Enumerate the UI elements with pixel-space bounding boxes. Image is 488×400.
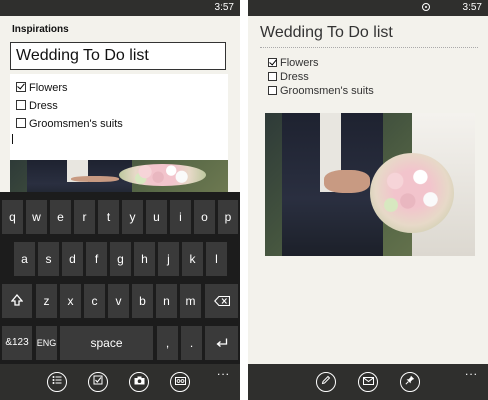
checkbox-checked-icon[interactable] bbox=[268, 58, 277, 67]
key-b[interactable]: b bbox=[132, 284, 153, 318]
note-title: Wedding To Do list bbox=[260, 24, 393, 41]
voice-note-button[interactable] bbox=[170, 372, 190, 392]
key-o[interactable]: o bbox=[194, 200, 215, 234]
edit-button[interactable] bbox=[316, 372, 336, 392]
space-key[interactable]: space bbox=[60, 326, 153, 360]
checklist-item-label: Flowers bbox=[29, 82, 68, 94]
status-time: 3:57 bbox=[214, 2, 234, 13]
on-screen-keyboard: q w e r t y u i o p a s d f g h j k l z … bbox=[0, 192, 240, 364]
key-x[interactable]: x bbox=[60, 284, 81, 318]
enter-icon bbox=[215, 338, 227, 347]
status-bar: 3:57 bbox=[248, 0, 488, 16]
key-a[interactable]: a bbox=[14, 242, 35, 276]
backspace-icon bbox=[213, 295, 230, 307]
camera-button[interactable] bbox=[129, 372, 149, 392]
key-h[interactable]: h bbox=[134, 242, 155, 276]
email-icon bbox=[362, 377, 374, 385]
edit-pencil-icon bbox=[321, 375, 331, 385]
key-f[interactable]: f bbox=[86, 242, 107, 276]
divider bbox=[240, 0, 248, 400]
key-s[interactable]: s bbox=[38, 242, 59, 276]
checkbox-unchecked-icon[interactable] bbox=[268, 86, 277, 95]
voice-note-icon bbox=[174, 377, 186, 385]
key-r[interactable]: r bbox=[74, 200, 95, 234]
key-i[interactable]: i bbox=[170, 200, 191, 234]
status-time: 3:57 bbox=[462, 2, 482, 13]
checklist-item-flowers[interactable]: Flowers bbox=[268, 57, 319, 69]
key-d[interactable]: d bbox=[62, 242, 83, 276]
status-bar: 3:57 bbox=[0, 0, 240, 16]
signal-icon bbox=[422, 3, 430, 11]
comma-key[interactable]: , bbox=[157, 326, 178, 360]
title-separator bbox=[260, 47, 478, 48]
notebook-label: Inspirations bbox=[12, 24, 69, 35]
key-e[interactable]: e bbox=[50, 200, 71, 234]
checkbox-unchecked-icon[interactable] bbox=[268, 72, 277, 81]
symbols-key[interactable]: &123 bbox=[2, 326, 32, 360]
key-y[interactable]: y bbox=[122, 200, 143, 234]
key-w[interactable]: w bbox=[26, 200, 47, 234]
language-key[interactable]: ENG bbox=[36, 326, 57, 360]
checklist-item-label: Dress bbox=[280, 71, 309, 83]
camera-icon bbox=[134, 376, 144, 385]
more-options-button[interactable]: ... bbox=[465, 364, 478, 378]
checkbox-checked-icon[interactable] bbox=[16, 82, 26, 92]
checklist-item-label: Groomsmen's suits bbox=[280, 85, 374, 97]
backspace-key[interactable] bbox=[205, 284, 238, 318]
checkbox-list-button[interactable] bbox=[88, 372, 108, 392]
app-bar: ... bbox=[0, 364, 240, 400]
checklist-item-suits[interactable]: Groomsmen's suits bbox=[268, 85, 374, 97]
checklist-item-label: Flowers bbox=[280, 57, 319, 69]
key-k[interactable]: k bbox=[182, 242, 203, 276]
key-v[interactable]: v bbox=[108, 284, 129, 318]
key-m[interactable]: m bbox=[180, 284, 201, 318]
checklist-item-label: Dress bbox=[29, 100, 58, 112]
checklist-item-suits[interactable]: Groomsmen's suits bbox=[16, 118, 123, 130]
key-t[interactable]: t bbox=[98, 200, 119, 234]
checklist-item-label: Groomsmen's suits bbox=[29, 118, 123, 130]
note-title-input[interactable]: Wedding To Do list bbox=[10, 42, 226, 70]
period-key[interactable]: . bbox=[181, 326, 202, 360]
key-c[interactable]: c bbox=[84, 284, 105, 318]
more-options-button[interactable]: ... bbox=[217, 364, 230, 378]
pin-icon bbox=[405, 375, 415, 385]
enter-key[interactable] bbox=[205, 326, 238, 360]
key-q[interactable]: q bbox=[2, 200, 23, 234]
key-l[interactable]: l bbox=[206, 242, 227, 276]
bulleted-list-icon bbox=[52, 376, 62, 384]
phone-read-view: 3:57 Wedding To Do list Flowers Dress Gr… bbox=[248, 0, 488, 400]
shift-arrow-icon bbox=[10, 293, 24, 306]
key-z[interactable]: z bbox=[36, 284, 57, 318]
text-caret bbox=[12, 134, 13, 144]
pin-button[interactable] bbox=[400, 372, 420, 392]
key-j[interactable]: j bbox=[158, 242, 179, 276]
app-bar: ... bbox=[248, 364, 488, 400]
checkbox-unchecked-icon[interactable] bbox=[16, 118, 26, 128]
phone-edit-view: 3:57 Inspirations Wedding To Do list Flo… bbox=[0, 0, 240, 400]
checkbox-unchecked-icon[interactable] bbox=[16, 100, 26, 110]
checklist-item-dress[interactable]: Dress bbox=[268, 71, 309, 83]
bulleted-list-button[interactable] bbox=[47, 372, 67, 392]
key-p[interactable]: p bbox=[218, 200, 238, 234]
key-u[interactable]: u bbox=[146, 200, 167, 234]
key-n[interactable]: n bbox=[156, 284, 177, 318]
checklist-item-dress[interactable]: Dress bbox=[16, 100, 58, 112]
checklist-item-flowers[interactable]: Flowers bbox=[16, 82, 68, 94]
wedding-photo[interactable] bbox=[265, 113, 475, 256]
email-button[interactable] bbox=[358, 372, 378, 392]
checkbox-list-icon bbox=[93, 375, 103, 385]
shift-key[interactable] bbox=[2, 284, 32, 318]
key-g[interactable]: g bbox=[110, 242, 131, 276]
